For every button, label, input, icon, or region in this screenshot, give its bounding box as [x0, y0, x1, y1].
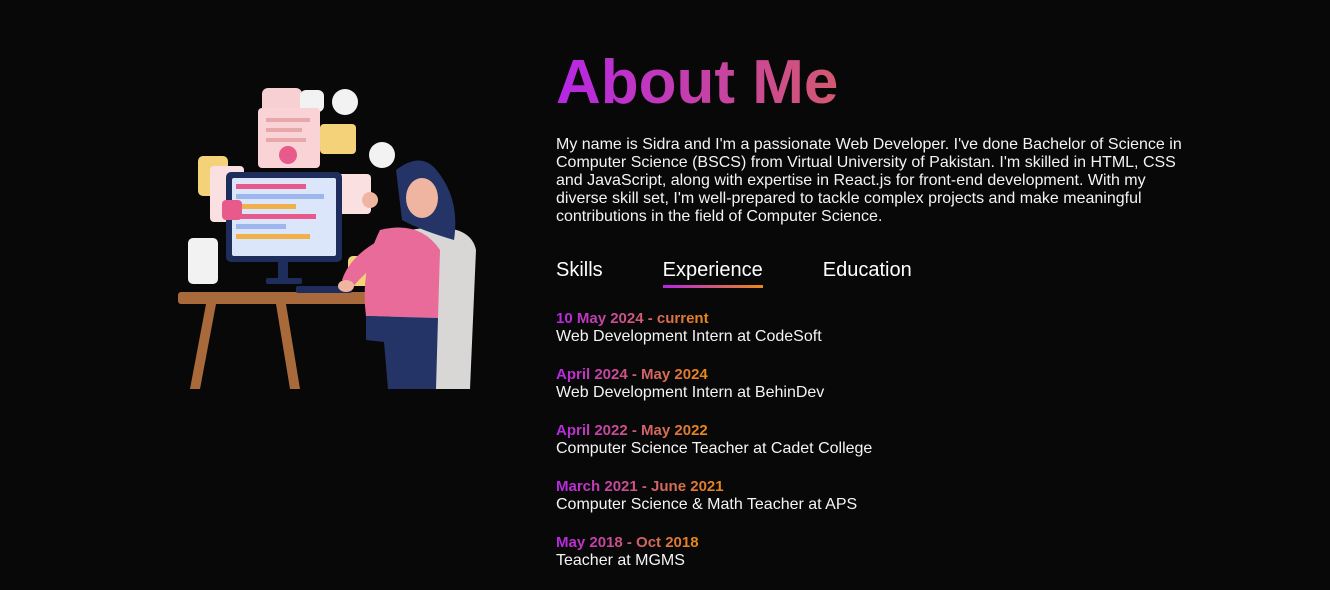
developer-illustration — [170, 80, 490, 389]
about-section: About Me My name is Sidra and I'm a pass… — [556, 48, 1196, 590]
tab-bar: Skills Experience Education — [556, 258, 1196, 288]
entry-role: Computer Science & Math Teacher at APS — [556, 496, 858, 513]
list-item: April 2022 - May 2022 Computer Science T… — [556, 422, 1196, 458]
list-item: May 2018 - Oct 2018 Teacher at MGMS — [556, 534, 1196, 570]
entry-date: March 2021 - June 2021 — [556, 478, 724, 495]
list-item: March 2021 - June 2021 Computer Science … — [556, 478, 1196, 514]
entry-date: 10 May 2024 - current — [556, 310, 709, 327]
entry-role: Teacher at MGMS — [556, 552, 685, 569]
about-title: About Me — [556, 48, 1196, 118]
entry-role: Web Development Intern at CodeSoft — [556, 328, 822, 345]
experience-list: 10 May 2024 - current Web Development In… — [556, 310, 1196, 570]
entry-role: Web Development Intern at BehinDev — [556, 384, 825, 401]
entry-date: April 2022 - May 2022 — [556, 422, 708, 439]
entry-date: April 2024 - May 2024 — [556, 366, 708, 383]
tab-skills[interactable]: Skills — [556, 258, 603, 288]
tab-experience[interactable]: Experience — [662, 258, 763, 288]
list-item: April 2024 - May 2024 Web Development In… — [556, 366, 1196, 402]
entry-role: Computer Science Teacher at Cadet Colleg… — [556, 440, 873, 457]
entry-date: May 2018 - Oct 2018 — [556, 534, 699, 551]
tab-education[interactable]: Education — [823, 258, 912, 288]
about-description: My name is Sidra and I'm a passionate We… — [556, 136, 1182, 225]
list-item: 10 May 2024 - current Web Development In… — [556, 310, 1196, 346]
